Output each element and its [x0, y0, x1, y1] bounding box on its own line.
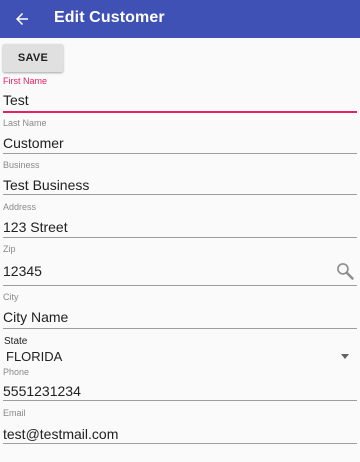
- zip-input[interactable]: 12345: [3, 263, 42, 279]
- city-input[interactable]: City Name: [3, 309, 68, 325]
- dropdown-arrow-icon[interactable]: [341, 354, 349, 359]
- phone-label: Phone: [3, 367, 30, 377]
- first-name-input[interactable]: Test: [3, 92, 29, 108]
- address-input[interactable]: 123 Street: [3, 219, 68, 235]
- page-title: Edit Customer: [54, 9, 165, 26]
- city-underline: [3, 328, 357, 329]
- last-name-label: Last Name: [3, 118, 47, 128]
- zip-label: Zip: [3, 244, 16, 254]
- last-name-input[interactable]: Customer: [3, 135, 64, 151]
- phone-input[interactable]: 5551231234: [3, 383, 81, 399]
- address-underline: [3, 237, 357, 238]
- zip-field[interactable]: Zip 12345: [3, 244, 357, 288]
- address-label: Address: [3, 202, 37, 212]
- state-select[interactable]: FLORIDA: [3, 348, 357, 366]
- email-field[interactable]: Email test@testmail.com: [3, 408, 357, 446]
- phone-field[interactable]: Phone 5551231234: [3, 367, 357, 405]
- last-name-underline: [3, 153, 357, 154]
- business-underline: [3, 194, 357, 195]
- email-underline: [3, 443, 357, 444]
- state-label: State: [4, 336, 28, 347]
- business-field[interactable]: Business Test Business: [3, 160, 357, 198]
- business-input[interactable]: Test Business: [3, 177, 89, 193]
- state-value: FLORIDA: [6, 349, 63, 364]
- first-name-underline: [3, 111, 357, 113]
- email-label: Email: [3, 408, 26, 418]
- first-name-field[interactable]: First Name Test: [3, 76, 357, 114]
- last-name-field[interactable]: Last Name Customer: [3, 118, 357, 156]
- search-icon[interactable]: [335, 261, 355, 281]
- first-name-label: First Name: [3, 76, 48, 86]
- business-label: Business: [3, 160, 40, 170]
- phone-underline: [3, 400, 357, 401]
- arrow-back-icon[interactable]: [10, 7, 34, 31]
- email-input[interactable]: test@testmail.com: [3, 426, 118, 442]
- city-field[interactable]: City City Name: [3, 292, 357, 332]
- address-field[interactable]: Address 123 Street: [3, 202, 357, 240]
- zip-underline: [3, 285, 357, 286]
- app-bar: Edit Customer: [0, 0, 360, 38]
- city-label: City: [3, 292, 19, 302]
- save-button[interactable]: SAVE: [3, 44, 63, 72]
